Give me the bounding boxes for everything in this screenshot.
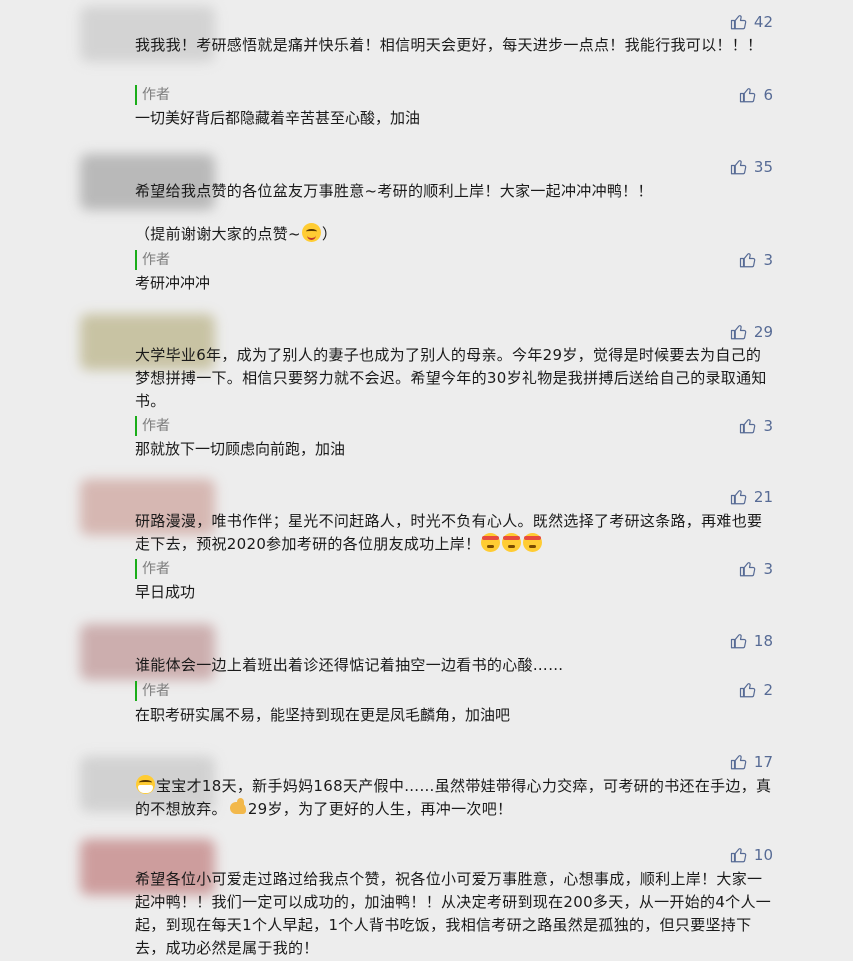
like-count: 3 <box>763 560 773 578</box>
author-label: 作者 <box>135 85 170 105</box>
author-reply: 一切美好背后都隐藏着辛苦甚至心酸，加油 <box>135 109 421 127</box>
mask-emoji-icon <box>136 775 155 794</box>
thumbs-up-icon <box>740 419 756 434</box>
author-reply: 在职考研实属不易，能坚持到现在更是凤毛麟角，加油吧 <box>135 706 511 724</box>
like-button[interactable]: 29 <box>730 323 773 341</box>
smile-emoji-icon <box>301 223 321 242</box>
like-button[interactable]: 35 <box>730 158 773 176</box>
like-count: 10 <box>753 846 773 864</box>
like-button[interactable]: 17 <box>730 753 773 771</box>
reply-like-button[interactable]: 2 <box>739 681 773 699</box>
flexed-biceps-emoji-icon <box>228 798 247 817</box>
thumbs-up-icon <box>730 490 747 505</box>
thumbs-up-icon <box>740 683 756 698</box>
author-label: 作者 <box>135 681 170 701</box>
like-button[interactable]: 10 <box>730 846 773 864</box>
like-count: 3 <box>763 251 773 269</box>
comment-text-extra: （提前谢谢大家的点赞~ ） <box>135 223 775 246</box>
comment-text: 研路漫漫，唯书作伴；星光不问赶路人，时光不负有心人。既然选择了考研这条路，再难也… <box>135 512 763 553</box>
thumbs-up-icon <box>730 160 747 175</box>
thumbs-up-icon <box>730 634 747 649</box>
reply-like-button[interactable]: 3 <box>739 560 773 578</box>
thumbs-up-icon <box>740 562 756 577</box>
thumbs-up-icon <box>730 755 747 770</box>
comment-text: 我我我！考研感悟就是痛并快乐着！相信明天会更好，每天进步一点点！我能行我可以！！… <box>135 36 763 54</box>
reply-like-button[interactable]: 3 <box>739 417 773 435</box>
comment-text: 希望各位小可爱走过路过给我点个赞，祝各位小可爱万事胜意，心想事成，顺利上岸！大家… <box>135 870 772 957</box>
comment-text-tail: 29岁，为了更好的人生，再冲一次吧！ <box>247 800 513 818</box>
reply-like-button[interactable]: 3 <box>739 251 773 269</box>
like-count: 6 <box>763 86 773 104</box>
thumbs-up-icon <box>730 848 747 863</box>
fighting-emoji-icon <box>523 533 543 552</box>
thumbs-up-icon <box>730 15 747 30</box>
like-count: 35 <box>753 158 773 176</box>
comment-text-part: ） <box>321 225 338 243</box>
like-count: 2 <box>763 681 773 699</box>
comment-text-block: 宝宝才18天，新手妈妈168天产假中……虽然带娃带得心力交瘁，可考研的书还在手边… <box>135 775 775 821</box>
like-button[interactable]: 42 <box>730 13 773 31</box>
author-reply: 那就放下一切顾虑向前跑，加油 <box>135 440 346 458</box>
fighting-emoji-icon <box>502 533 522 552</box>
reply-like-button[interactable]: 6 <box>739 86 773 104</box>
author-reply: 考研冲冲冲 <box>135 274 211 292</box>
like-count: 18 <box>753 632 773 650</box>
author-label: 作者 <box>135 250 170 270</box>
comment-text-block: 研路漫漫，唯书作伴；星光不问赶路人，时光不负有心人。既然选择了考研这条路，再难也… <box>135 510 775 556</box>
like-button[interactable]: 21 <box>730 488 773 506</box>
fighting-emoji-icon <box>481 533 501 552</box>
author-label: 作者 <box>135 559 170 579</box>
comment-text: 大学毕业6年，成为了别人的妻子也成为了别人的母亲。今年29岁，觉得是时候要去为自… <box>135 346 767 410</box>
like-count: 29 <box>753 323 773 341</box>
thumbs-up-icon <box>730 325 747 340</box>
like-count: 3 <box>763 417 773 435</box>
comment-text-part: （提前谢谢大家的点赞~ <box>135 225 301 243</box>
thumbs-up-icon <box>740 88 756 103</box>
comment-text: 谁能体会一边上着班出着诊还得惦记着抽空一边看书的心酸…… <box>135 656 564 674</box>
author-reply: 早日成功 <box>135 583 196 601</box>
like-button[interactable]: 18 <box>730 632 773 650</box>
thumbs-up-icon <box>740 253 756 268</box>
like-count: 17 <box>753 753 773 771</box>
like-count: 42 <box>753 13 773 31</box>
comment-text: 希望给我点赞的各位盆友万事胜意~考研的顺利上岸！大家一起冲冲冲鸭！！ <box>135 182 653 200</box>
author-label: 作者 <box>135 416 170 436</box>
like-count: 21 <box>753 488 773 506</box>
